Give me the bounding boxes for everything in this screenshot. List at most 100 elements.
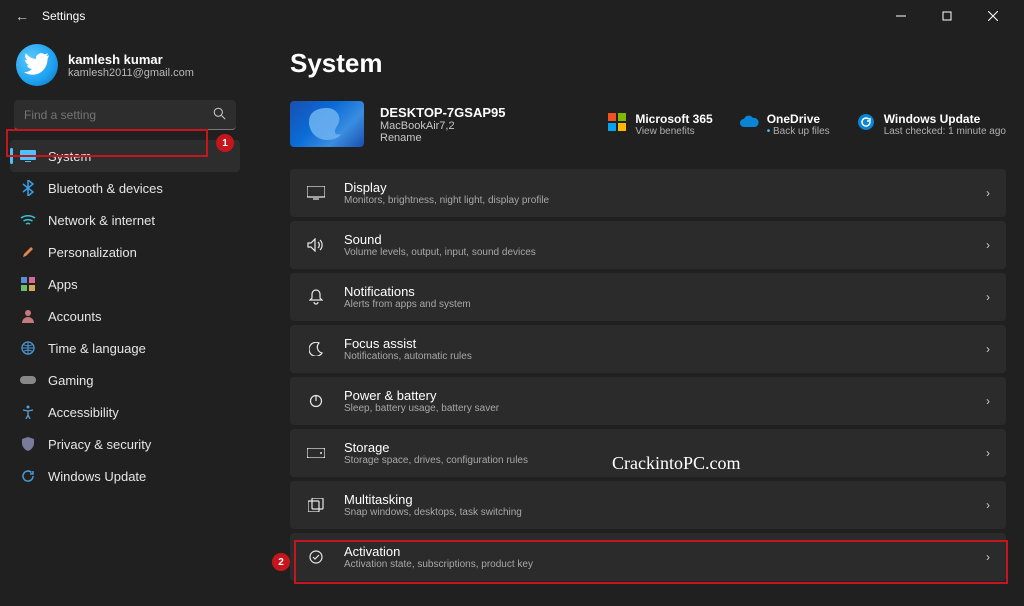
- nav-label: System: [48, 149, 91, 164]
- row-activation[interactable]: ActivationActivation state, subscription…: [290, 533, 1006, 581]
- row-title: Power & battery: [344, 388, 499, 403]
- nav-label: Gaming: [48, 373, 94, 388]
- system-icon: [20, 148, 36, 164]
- settings-list: DisplayMonitors, brightness, night light…: [290, 169, 1006, 581]
- apps-icon: [20, 276, 36, 292]
- nav-apps[interactable]: Apps: [10, 268, 240, 300]
- nav-label: Time & language: [48, 341, 146, 356]
- chevron-right-icon: ›: [986, 238, 990, 252]
- device-image: [290, 101, 364, 147]
- page-title: System: [290, 48, 1006, 79]
- nav-label: Apps: [48, 277, 78, 292]
- row-multitasking[interactable]: MultitaskingSnap windows, desktops, task…: [290, 481, 1006, 529]
- shield-icon: [20, 436, 36, 452]
- row-title: Multitasking: [344, 492, 522, 507]
- status-subtitle: Back up files: [767, 126, 830, 137]
- status-title: Windows Update: [884, 112, 1006, 126]
- chevron-right-icon: ›: [986, 498, 990, 512]
- nav-label: Personalization: [48, 245, 137, 260]
- row-title: Sound: [344, 232, 536, 247]
- device-row: DESKTOP-7GSAP95 MacBookAir7,2 Rename Mic…: [290, 101, 1006, 147]
- nav-accounts[interactable]: Accounts: [10, 300, 240, 332]
- brush-icon: [20, 244, 36, 260]
- display-icon: [306, 186, 326, 200]
- accessibility-icon: [20, 404, 36, 420]
- nav-label: Privacy & security: [48, 437, 151, 452]
- row-notifications[interactable]: NotificationsAlerts from apps and system…: [290, 273, 1006, 321]
- nav-system[interactable]: System: [10, 140, 240, 172]
- wifi-icon: [20, 212, 36, 228]
- device-model: MacBookAir7,2: [380, 120, 505, 132]
- onedrive-icon: [739, 112, 759, 132]
- chevron-right-icon: ›: [986, 290, 990, 304]
- main-content: System DESKTOP-7GSAP95 MacBookAir7,2 Ren…: [250, 32, 1024, 606]
- search-icon: [213, 107, 226, 123]
- profile-name: kamlesh kumar: [68, 52, 194, 67]
- check-circle-icon: [306, 550, 326, 564]
- nav-personalization[interactable]: Personalization: [10, 236, 240, 268]
- nav-windows-update[interactable]: Windows Update: [10, 460, 240, 492]
- status-title: Microsoft 365: [635, 112, 712, 126]
- windows-update-icon: [856, 112, 876, 132]
- row-power[interactable]: Power & batterySleep, battery usage, bat…: [290, 377, 1006, 425]
- maximize-button[interactable]: [924, 0, 970, 32]
- nav-privacy[interactable]: Privacy & security: [10, 428, 240, 460]
- nav-accessibility[interactable]: Accessibility: [10, 396, 240, 428]
- globe-icon: [20, 340, 36, 356]
- nav-bluetooth[interactable]: Bluetooth & devices: [10, 172, 240, 204]
- power-icon: [306, 394, 326, 408]
- bluetooth-icon: [20, 180, 36, 196]
- profile-email: kamlesh2011@gmail.com: [68, 67, 194, 79]
- nav-gaming[interactable]: Gaming: [10, 364, 240, 396]
- multitasking-icon: [306, 498, 326, 512]
- status-ms365[interactable]: Microsoft 365View benefits: [607, 112, 712, 137]
- avatar: [16, 44, 58, 86]
- chevron-right-icon: ›: [986, 446, 990, 460]
- chevron-right-icon: ›: [986, 550, 990, 564]
- nav-network[interactable]: Network & internet: [10, 204, 240, 236]
- nav-label: Bluetooth & devices: [48, 181, 163, 196]
- status-subtitle: View benefits: [635, 126, 712, 137]
- nav-list: System Bluetooth & devices Network & int…: [8, 140, 242, 492]
- row-storage[interactable]: StorageStorage space, drives, configurat…: [290, 429, 1006, 477]
- device-rename[interactable]: Rename: [380, 132, 505, 144]
- search-input[interactable]: [24, 108, 213, 122]
- status-title: OneDrive: [767, 112, 830, 126]
- ms365-icon: [607, 112, 627, 132]
- nav-label: Accessibility: [48, 405, 119, 420]
- row-title: Focus assist: [344, 336, 472, 351]
- chevron-right-icon: ›: [986, 394, 990, 408]
- bell-icon: [306, 289, 326, 305]
- row-sound[interactable]: SoundVolume levels, output, input, sound…: [290, 221, 1006, 269]
- minimize-button[interactable]: [878, 0, 924, 32]
- row-display[interactable]: DisplayMonitors, brightness, night light…: [290, 169, 1006, 217]
- close-button[interactable]: [970, 0, 1016, 32]
- status-update[interactable]: Windows UpdateLast checked: 1 minute ago: [856, 112, 1006, 137]
- storage-icon: [306, 448, 326, 458]
- chevron-right-icon: ›: [986, 186, 990, 200]
- row-title: Display: [344, 180, 549, 195]
- back-button[interactable]: ←: [8, 8, 36, 24]
- chevron-right-icon: ›: [986, 342, 990, 356]
- titlebar: ← Settings: [0, 0, 1024, 32]
- nav-label: Windows Update: [48, 469, 146, 484]
- row-subtitle: Notifications, automatic rules: [344, 351, 472, 362]
- row-subtitle: Snap windows, desktops, task switching: [344, 507, 522, 518]
- nav-label: Network & internet: [48, 213, 155, 228]
- nav-time-language[interactable]: Time & language: [10, 332, 240, 364]
- sound-icon: [306, 238, 326, 252]
- row-focus-assist[interactable]: Focus assistNotifications, automatic rul…: [290, 325, 1006, 373]
- status-onedrive[interactable]: OneDriveBack up files: [739, 112, 830, 137]
- row-subtitle: Activation state, subscriptions, product…: [344, 559, 533, 570]
- row-subtitle: Alerts from apps and system: [344, 299, 471, 310]
- search-box[interactable]: [14, 100, 236, 130]
- nav-label: Accounts: [48, 309, 101, 324]
- row-subtitle: Storage space, drives, configuration rul…: [344, 455, 528, 466]
- row-title: Notifications: [344, 284, 471, 299]
- row-subtitle: Monitors, brightness, night light, displ…: [344, 195, 549, 206]
- profile-block[interactable]: kamlesh kumar kamlesh2011@gmail.com: [8, 38, 242, 100]
- annotation-badge-2: 2: [272, 553, 290, 571]
- status-subtitle: Last checked: 1 minute ago: [884, 126, 1006, 137]
- row-title: Activation: [344, 544, 533, 559]
- moon-icon: [306, 342, 326, 356]
